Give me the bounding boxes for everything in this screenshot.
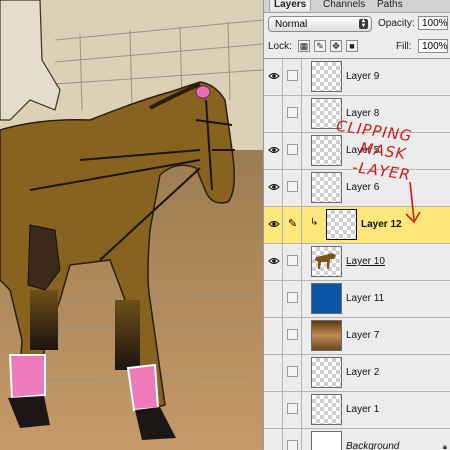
horse-illustration <box>0 0 263 450</box>
layer-thumbnail[interactable] <box>311 357 342 388</box>
blend-mode-value: Normal <box>275 19 308 30</box>
lock-label: Lock: <box>268 41 292 52</box>
panel-tabs: Layers Channels Paths <box>264 0 450 13</box>
layers-panel: Layers Channels Paths Normal ▲ ▼ Opacity:… <box>263 0 450 450</box>
clipping-mask-icon: ↳ <box>310 217 319 228</box>
visibility-toggle[interactable] <box>265 355 283 391</box>
layer-thumbnail[interactable] <box>311 431 342 450</box>
layer-name[interactable]: Layer 6 <box>346 170 379 206</box>
layer-name[interactable]: Layer 10 <box>346 244 385 280</box>
layer-link-toggle[interactable] <box>284 318 302 354</box>
blend-mode-select[interactable]: Normal ▲ ▼ <box>268 16 372 32</box>
layer-thumbnail[interactable] <box>311 394 342 425</box>
opacity-field[interactable]: 100% <box>418 16 448 30</box>
layer-link-toggle[interactable] <box>284 96 302 132</box>
layer-row[interactable]: Layer 2 <box>264 355 450 392</box>
layer-row[interactable]: Background 🔒︎ <box>264 429 450 450</box>
lock-all-icon[interactable]: ■ <box>346 40 358 52</box>
layer-thumbnail[interactable] <box>311 172 342 203</box>
layer-thumbnail[interactable] <box>311 98 342 129</box>
link-box-icon <box>287 181 298 192</box>
link-box-icon <box>287 366 298 377</box>
layer-link-toggle[interactable] <box>284 244 302 280</box>
link-box-icon <box>287 107 298 118</box>
layer-row[interactable]: Layer 9 <box>264 59 450 96</box>
visibility-toggle[interactable] <box>265 429 283 450</box>
layer-thumbnail[interactable] <box>311 320 342 351</box>
fill-field[interactable]: 100% <box>418 39 448 53</box>
layer-name[interactable]: Layer 2 <box>346 355 379 391</box>
layer-thumbnail[interactable] <box>311 283 342 314</box>
lock-transparent-icon[interactable]: ▦ <box>298 40 310 52</box>
layer-thumbnail[interactable] <box>311 246 342 277</box>
visibility-toggle[interactable] <box>265 207 283 243</box>
link-box-icon <box>287 292 298 303</box>
layer-thumbnail[interactable] <box>326 209 357 240</box>
layer-link-toggle[interactable] <box>284 392 302 428</box>
link-box-icon <box>287 403 298 414</box>
visibility-toggle[interactable] <box>265 133 283 169</box>
layer-row[interactable]: Layer 7 <box>264 318 450 355</box>
document-canvas[interactable] <box>0 0 263 450</box>
tab-layers[interactable]: Layers <box>269 0 312 11</box>
visibility-toggle[interactable] <box>265 244 283 280</box>
layer-link-toggle[interactable] <box>284 281 302 317</box>
layer-name[interactable]: Layer 1 <box>346 392 379 428</box>
fill-label: Fill: <box>396 41 412 52</box>
brush-icon: ✎ <box>288 218 298 230</box>
layer-row[interactable]: Layer 11 <box>264 281 450 318</box>
visibility-toggle[interactable] <box>265 59 283 95</box>
layer-name[interactable]: Layer 8 <box>346 96 379 132</box>
visibility-toggle[interactable] <box>265 281 283 317</box>
layer-name[interactable]: Background <box>346 429 399 450</box>
tab-paths[interactable]: Paths <box>377 0 403 11</box>
layer-link-toggle[interactable] <box>284 355 302 391</box>
layer-name[interactable]: Layer 9 <box>346 59 379 95</box>
link-box-icon <box>287 255 298 266</box>
layer-row[interactable]: Layer 10 <box>264 244 450 281</box>
layer-link-toggle[interactable] <box>284 59 302 95</box>
lock-icon: 🔒︎ <box>442 442 447 450</box>
link-box-icon <box>287 440 298 450</box>
layer-link-toggle[interactable] <box>284 133 302 169</box>
visibility-toggle[interactable] <box>265 96 283 132</box>
layer-thumbnail[interactable] <box>311 61 342 92</box>
layer-row[interactable]: Layer 1 <box>264 392 450 429</box>
visibility-toggle[interactable] <box>265 392 283 428</box>
layer-link-toggle[interactable]: ✎ <box>284 207 302 243</box>
layer-row[interactable]: ✎ ↳ Layer 12 <box>264 207 450 244</box>
lock-image-icon[interactable]: ✎ <box>314 40 326 52</box>
opacity-label: Opacity: <box>378 18 415 29</box>
tab-channels[interactable]: Channels <box>323 0 365 11</box>
layer-name[interactable]: Layer 12 <box>361 207 402 243</box>
layer-name[interactable]: Layer 5 <box>346 133 379 169</box>
link-box-icon <box>287 70 298 81</box>
lock-position-icon[interactable]: ✥ <box>330 40 342 52</box>
link-box-icon <box>287 144 298 155</box>
layer-link-toggle[interactable] <box>284 170 302 206</box>
layers-list: Layer 9 Layer 8 Layer 5 Layer 6 ✎ ↳ Layer 12 La… <box>264 58 450 450</box>
link-box-icon <box>287 329 298 340</box>
layer-name[interactable]: Layer 11 <box>346 281 384 317</box>
layer-name[interactable]: Layer 7 <box>346 318 379 354</box>
layer-row[interactable]: Layer 5 <box>264 133 450 170</box>
layer-row[interactable]: Layer 8 <box>264 96 450 133</box>
layer-thumbnail[interactable] <box>311 135 342 166</box>
visibility-toggle[interactable] <box>265 170 283 206</box>
visibility-toggle[interactable] <box>265 318 283 354</box>
layer-row[interactable]: Layer 6 <box>264 170 450 207</box>
select-arrows-icon: ▲ ▼ <box>359 18 368 29</box>
layer-link-toggle[interactable] <box>284 429 302 450</box>
